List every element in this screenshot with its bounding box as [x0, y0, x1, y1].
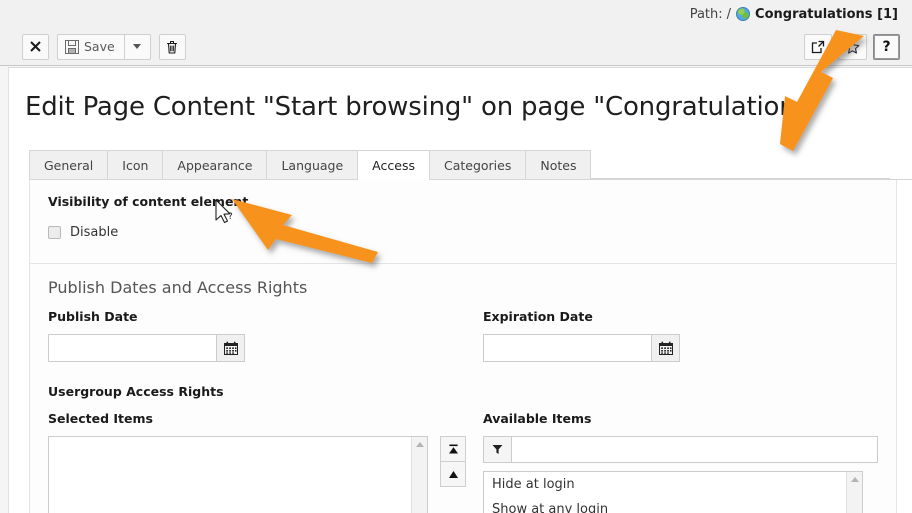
available-items-scrollbar[interactable] [846, 472, 862, 513]
close-icon [30, 41, 41, 52]
usergroup-columns: Selected Items Available Items Hide at l… [48, 411, 878, 513]
publish-date-label: Publish Date [48, 309, 138, 324]
selected-items-listbox[interactable] [48, 436, 428, 513]
publish-date-input[interactable] [48, 334, 217, 362]
available-items-label: Available Items [483, 411, 592, 426]
tab-appearance[interactable]: Appearance [162, 150, 268, 179]
save-dropdown-button[interactable] [123, 33, 151, 60]
path-bar: Path: / Congratulations [1] [0, 0, 912, 28]
open-in-new-window-icon [811, 40, 825, 53]
path-label: Path: [689, 6, 723, 22]
usergroup-access-rights-group: Usergroup Access Rights Selected Items A… [48, 384, 878, 513]
star-icon [845, 39, 860, 54]
tab-access[interactable]: Access [357, 150, 430, 180]
tab-bar: General Icon Appearance Language Access … [29, 149, 912, 180]
toolbar-right-group: ? [804, 33, 900, 60]
page-title: Edit Page Content "Start browsing" on pa… [25, 92, 821, 122]
filter-icon-box [483, 436, 511, 463]
selected-items-label: Selected Items [48, 411, 153, 426]
funnel-icon [492, 445, 503, 454]
save-button[interactable]: Save [57, 33, 125, 60]
tab-language[interactable]: Language [266, 150, 359, 179]
expiration-date-group: Expiration Date [483, 309, 878, 362]
chevron-down-icon [133, 44, 142, 49]
expiration-date-input[interactable] [483, 334, 652, 362]
open-in-new-window-button[interactable] [804, 33, 832, 60]
publish-dates-heading: Publish Dates and Access Rights [48, 278, 308, 297]
publish-date-group: Publish Date [48, 309, 483, 362]
move-buttons-group [440, 436, 466, 513]
publish-dates-section: Publish Dates and Access Rights Publish … [30, 263, 896, 513]
help-button[interactable]: ? [873, 33, 900, 60]
expiration-date-label: Expiration Date [483, 309, 593, 324]
delete-button[interactable] [158, 33, 186, 60]
move-to-top-button[interactable] [440, 436, 466, 462]
expiration-date-calendar-button[interactable] [652, 334, 680, 362]
date-fields-row: Publish Date Expiration Date [48, 309, 878, 362]
move-up-icon [448, 470, 458, 478]
list-item[interactable]: Hide at login [484, 472, 862, 497]
toolbar-left-group: Save [22, 33, 186, 60]
visibility-legend: Visibility of content element [48, 194, 249, 209]
usergroup-legend: Usergroup Access Rights [48, 384, 224, 399]
path-page-name: Congratulations [1] [755, 6, 898, 22]
available-items-filter-row [483, 436, 878, 463]
editor-toolbar: Save ? [0, 28, 912, 66]
disable-checkbox-row[interactable]: Disable [48, 223, 878, 241]
available-items-listbox[interactable]: Hide at login Show at any login [483, 471, 863, 513]
visibility-section: Visibility of content element Disable [30, 180, 896, 263]
disable-checkbox-label: Disable [70, 224, 119, 240]
save-button-label: Save [84, 39, 115, 54]
selected-items-column: Selected Items [48, 411, 483, 513]
path-separator: / [726, 6, 732, 22]
publish-date-input-group [48, 334, 245, 362]
tab-notes[interactable]: Notes [525, 150, 592, 179]
access-tab-panel: Visibility of content element Disable Pu… [29, 180, 897, 513]
publish-date-calendar-button[interactable] [217, 334, 245, 362]
disable-checkbox[interactable] [48, 225, 61, 239]
bookmark-button[interactable] [838, 33, 867, 60]
save-button-group: Save [57, 33, 151, 60]
calendar-icon [658, 341, 673, 355]
expiration-date-input-group [483, 334, 680, 362]
calendar-icon [223, 341, 238, 355]
scroll-up-icon [415, 442, 424, 447]
content-area: Edit Page Content "Start browsing" on pa… [8, 67, 912, 513]
close-button[interactable] [22, 33, 49, 60]
globe-icon [736, 7, 751, 21]
tab-icon[interactable]: Icon [107, 150, 164, 179]
selected-items-scrollbar[interactable] [411, 437, 427, 513]
move-up-button[interactable] [440, 461, 466, 487]
tab-bar-filler [590, 178, 890, 179]
move-to-top-icon [448, 444, 458, 453]
available-items-column: Available Items Hide at login Show at an… [483, 411, 878, 513]
list-item[interactable]: Show at any login [484, 497, 862, 513]
scroll-up-icon [850, 477, 859, 482]
available-items-filter-input[interactable] [511, 436, 878, 463]
tab-categories[interactable]: Categories [428, 150, 527, 179]
floppy-disk-icon [65, 39, 79, 54]
trash-icon [167, 40, 178, 54]
tab-general[interactable]: General [29, 150, 109, 179]
selected-items-area [48, 436, 483, 513]
